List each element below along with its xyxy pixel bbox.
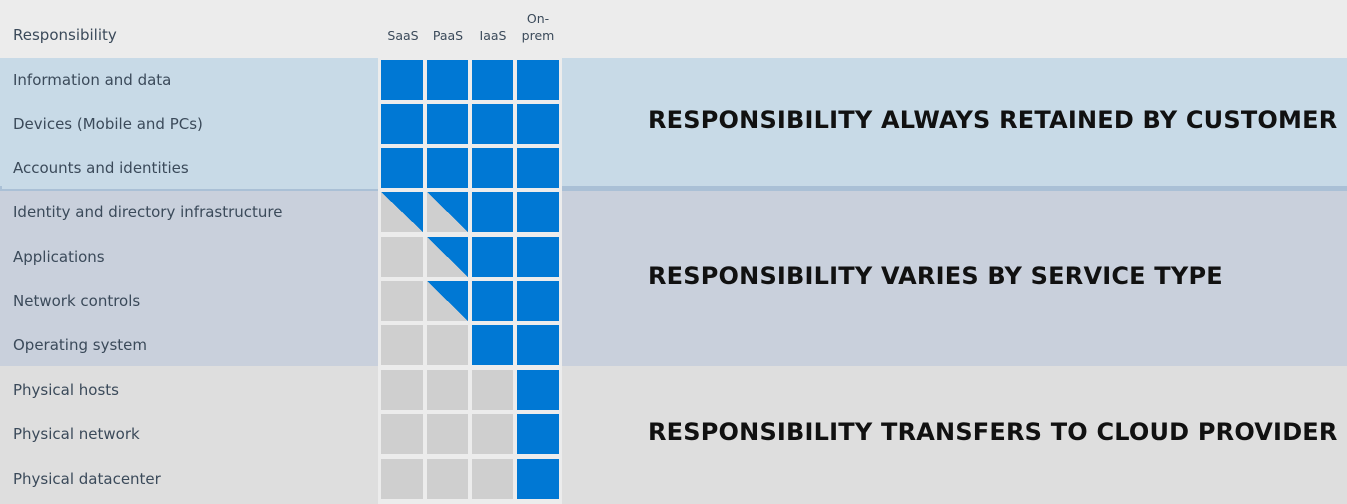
table-row: Identity and directory infrastructure: [2, 192, 378, 233]
cell-onprem-full: [517, 148, 559, 188]
cell-saas-full: [381, 60, 423, 100]
cell-iaas-empty: [472, 459, 513, 499]
cell-paas-empty: [427, 370, 468, 410]
cell-paas-full: [427, 104, 468, 144]
cell-onprem-full: [517, 237, 559, 277]
cell-saas-empty: [381, 370, 423, 410]
cell-paas-full: [427, 60, 468, 100]
table-row: Physical network: [2, 414, 378, 455]
cell-saas-empty: [381, 237, 423, 277]
row-label: Network controls: [13, 292, 141, 310]
column-header-paas: PaaS: [432, 28, 464, 43]
cell-saas-shared: [381, 192, 423, 232]
cell-iaas-empty: [472, 414, 513, 454]
table-row: Applications: [2, 237, 378, 278]
column-header-saas: SaaS: [387, 28, 419, 43]
cell-onprem-full: [517, 414, 559, 454]
column-header-iaas: IaaS: [479, 28, 507, 43]
table-row: Physical datacenter: [2, 459, 378, 500]
cell-saas-empty: [381, 281, 423, 321]
table-row: Operating system: [2, 325, 378, 366]
table-row: Information and data: [2, 60, 378, 101]
cell-paas-shared: [427, 192, 468, 232]
responsibility-header: Responsibility: [13, 26, 117, 44]
cell-saas-full: [381, 148, 423, 188]
cell-iaas-full: [472, 237, 513, 277]
band-provider-label: RESPONSIBILITY TRANSFERS TO CLOUD PROVID…: [648, 418, 1338, 446]
band-customer-label: RESPONSIBILITY ALWAYS RETAINED BY CUSTOM…: [648, 106, 1338, 134]
cell-iaas-full: [472, 281, 513, 321]
cell-paas-empty: [427, 414, 468, 454]
cell-paas-empty: [427, 459, 468, 499]
row-label: Physical datacenter: [13, 470, 161, 488]
cell-onprem-full: [517, 325, 559, 365]
cell-onprem-full: [517, 60, 559, 100]
cell-paas-shared: [427, 237, 468, 277]
cell-onprem-full: [517, 192, 559, 232]
cell-onprem-full: [517, 281, 559, 321]
cell-saas-empty: [381, 414, 423, 454]
row-label: Accounts and identities: [13, 159, 189, 177]
table-row: Physical hosts: [2, 370, 378, 411]
band-varies-label: RESPONSIBILITY VARIES BY SERVICE TYPE: [648, 262, 1223, 290]
cell-paas-full: [427, 148, 468, 188]
cell-iaas-empty: [472, 370, 513, 410]
row-label: Physical network: [13, 425, 140, 443]
cell-iaas-full: [472, 104, 513, 144]
row-label: Information and data: [13, 71, 172, 89]
table-row: Network controls: [2, 281, 378, 322]
cell-iaas-full: [472, 192, 513, 232]
cell-onprem-full: [517, 459, 559, 499]
row-label: Identity and directory infrastructure: [13, 203, 283, 221]
row-label: Physical hosts: [13, 381, 119, 399]
cell-paas-empty: [427, 325, 468, 365]
table-row: Accounts and identities: [2, 148, 378, 189]
cell-saas-empty: [381, 325, 423, 365]
cell-onprem-full: [517, 104, 559, 144]
cell-saas-empty: [381, 459, 423, 499]
cell-iaas-full: [472, 148, 513, 188]
column-header-onprem: On- prem: [521, 11, 555, 43]
table-header: Responsibility SaaS PaaS IaaS On- prem: [0, 0, 1347, 58]
cell-saas-full: [381, 104, 423, 144]
row-label: Devices (Mobile and PCs): [13, 115, 203, 133]
table-row: Devices (Mobile and PCs): [2, 104, 378, 145]
cell-iaas-full: [472, 325, 513, 365]
cell-iaas-full: [472, 60, 513, 100]
row-label: Applications: [13, 248, 105, 266]
cell-onprem-full: [517, 370, 559, 410]
row-label: Operating system: [13, 336, 147, 354]
cell-paas-shared: [427, 281, 468, 321]
